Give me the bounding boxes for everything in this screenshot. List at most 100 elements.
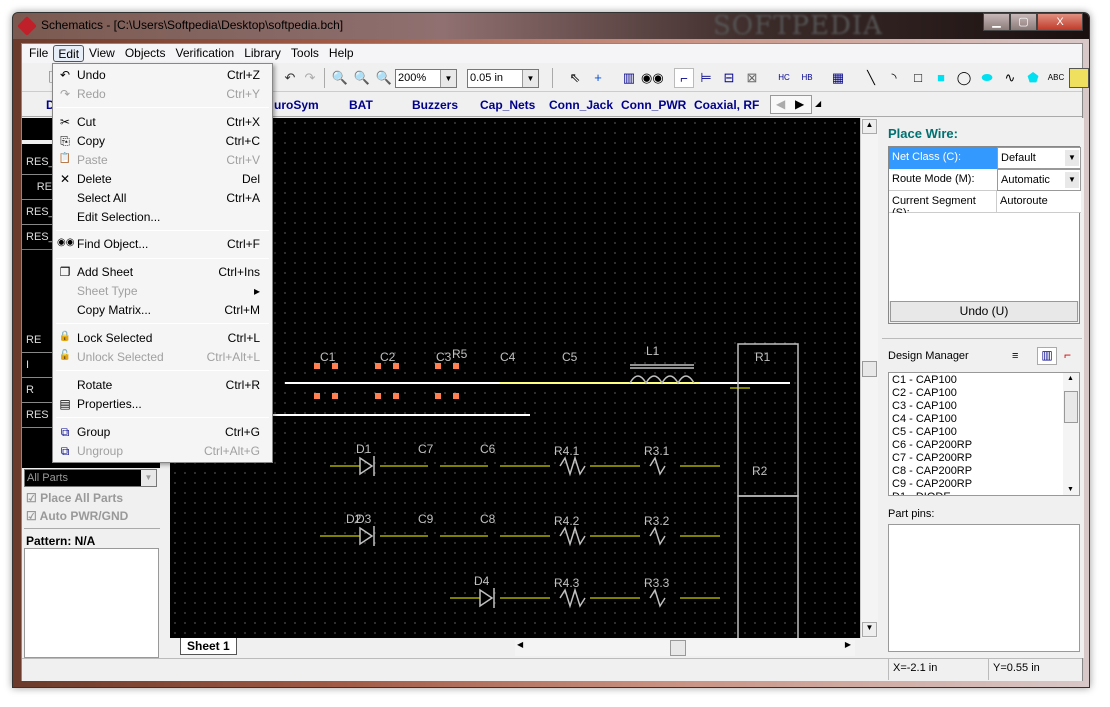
list-item[interactable]: C5 - CAP100 [892,426,1076,439]
list-item[interactable]: C8 - CAP200RP [892,465,1076,478]
canvas-vertical-scrollbar[interactable]: ▲ ▼ [860,118,878,638]
menu-item-find-object[interactable]: ◉◉ Find Object... Ctrl+F [53,235,272,254]
zoom-select[interactable]: 200% ▼ [395,69,457,88]
menu-library[interactable]: Library [239,44,286,63]
zoom-out-icon[interactable]: 🔍 [374,68,394,88]
menu-verification[interactable]: Verification [171,44,240,63]
undo-button[interactable]: Undo (U) [890,301,1078,322]
lib-tab[interactable]: Conn_Jack [549,98,613,112]
auto-pwr-gnd-checkbox[interactable]: ☑ Auto PWR/GND [26,509,128,523]
arc-icon[interactable]: ◝ [884,68,904,88]
chevron-right-icon[interactable]: ▶ [795,97,804,111]
image-icon[interactable] [1069,68,1089,88]
menu-view[interactable]: View [84,44,120,63]
menu-item-ungroup[interactable]: ⧉ Ungroup Ctrl+Alt+G [53,442,272,461]
parts-view-icon[interactable]: ▥ [1037,347,1057,365]
list-item[interactable]: C9 - CAP200RP [892,478,1076,491]
scroll-up-icon[interactable]: ▲ [1067,375,1074,382]
lib-menu-icon[interactable]: ◢ [815,99,821,108]
binoculars-icon[interactable]: ◉◉ [641,68,664,88]
list-item[interactable]: C1 - CAP100 [892,374,1076,387]
menu-edit[interactable]: Edit [53,45,85,62]
menu-objects[interactable]: Objects [120,44,171,63]
menu-item-undo[interactable]: ↶ Undo Ctrl+Z [53,66,272,85]
scroll-left-icon[interactable]: ◀ [517,640,523,649]
menu-file[interactable]: File [24,44,53,63]
menu-item-copy[interactable]: ⎘ Copy Ctrl+C [53,132,272,151]
bus-icon[interactable]: ⊨ [696,68,716,88]
menu-item-lock-selected[interactable]: 🔒 Lock Selected Ctrl+L [53,329,272,348]
scroll-thumb[interactable] [670,640,686,656]
scroll-thumb[interactable] [1064,391,1078,423]
menu-item-cut[interactable]: ✂ Cut Ctrl+X [53,113,272,132]
scroll-right-icon[interactable]: ▶ [845,640,851,649]
canvas-horizontal-scrollbar[interactable]: ◀ ▶ [515,640,855,656]
list-item[interactable]: C3 - CAP100 [892,400,1076,413]
rectangle-icon[interactable]: □ [908,68,928,88]
filled-ellipse-icon[interactable]: ⬬ [977,68,997,88]
hier-connector-icon[interactable]: HC [774,68,794,88]
lib-tab[interactable]: uroSym [274,98,319,112]
menu-item-group[interactable]: ⧉ Group Ctrl+G [53,423,272,442]
menu-help[interactable]: Help [324,44,359,63]
grid-select[interactable]: 0.05 in ▼ [467,69,539,88]
table-icon[interactable]: ▦ [828,68,848,88]
menu-item-sheet-type[interactable]: Sheet Type ▸ [53,282,272,301]
lib-tab[interactable]: BAT [349,98,373,112]
line-icon[interactable]: ╲ [861,68,881,88]
redo-icon[interactable]: ↷ [300,68,320,88]
minimize-button[interactable]: ▁ [983,13,1010,31]
zoom-in-icon[interactable]: 🔍 [352,68,372,88]
maximize-button[interactable]: ▢ [1010,13,1037,31]
menu-item-edit-selection[interactable]: Edit Selection... [53,208,272,227]
polygon-icon[interactable]: ⬟ [1023,68,1043,88]
chevron-left-icon[interactable]: ◀ [776,97,785,111]
menu-item-rotate[interactable]: Rotate Ctrl+R [53,376,272,395]
menu-tools[interactable]: Tools [286,44,324,63]
lib-tab[interactable]: Conn_PWR [621,98,686,112]
lib-tab[interactable]: Coaxial, RF [694,98,759,112]
menu-item-redo[interactable]: ↷ Redo Ctrl+Y [53,85,272,104]
parts-filter-select[interactable]: All Parts ▼ [24,469,157,487]
nets-view-icon[interactable]: ⌐ [1064,348,1071,362]
crosshair-icon[interactable]: + [588,68,608,88]
hier-block-icon[interactable]: HB [797,68,817,88]
list-item[interactable]: C6 - CAP200RP [892,439,1076,452]
lib-tab[interactable]: Cap_Nets [480,98,535,112]
list-item[interactable]: C4 - CAP100 [892,413,1076,426]
scroll-up-icon[interactable]: ▲ [862,119,877,134]
text-icon[interactable]: ABC [1046,68,1066,88]
filled-rectangle-icon[interactable]: ■ [931,68,951,88]
place-all-parts-checkbox[interactable]: ☑ Place All Parts [26,491,123,505]
undo-icon[interactable]: ↶ [280,68,300,88]
part-icon[interactable]: ▥ [619,68,639,88]
schematic-canvas[interactable]: C1 C2 C3 R5 C4 C5 L1 R1 D1 C7 C6 R4.1 R3… [170,118,860,638]
net-class-select[interactable]: Default ▼ [997,147,1081,169]
list-scrollbar[interactable]: ▲ ▼ [1063,373,1079,495]
menu-item-unlock-selected[interactable]: 🔓 Unlock Selected Ctrl+Alt+L [53,348,272,367]
zoom-window-icon[interactable]: 🔍 [330,68,350,88]
menu-item-select-all[interactable]: Select All Ctrl+A [53,189,272,208]
route-mode-select[interactable]: Automatic ▼ [997,169,1081,191]
polyline-icon[interactable]: ∿ [1000,68,1020,88]
lib-tab[interactable]: Buzzers [412,98,458,112]
sort-list-icon[interactable]: ≡ [1012,350,1018,362]
scroll-thumb[interactable] [862,361,877,377]
menu-item-properties[interactable]: ▤ Properties... [53,395,272,414]
list-item[interactable]: C7 - CAP200RP [892,452,1076,465]
ellipse-icon[interactable]: ◯ [954,68,974,88]
menu-item-paste[interactable]: 📋 Paste Ctrl+V [53,151,272,170]
list-item[interactable]: D1 - DIODE [892,491,1076,495]
list-item[interactable]: C2 - CAP100 [892,387,1076,400]
close-button[interactable]: X [1037,13,1083,31]
menu-item-delete[interactable]: ✕ Delete Del [53,170,272,189]
scroll-down-icon[interactable]: ▼ [1067,486,1074,493]
scroll-down-icon[interactable]: ▼ [862,622,877,637]
pointer-icon[interactable]: ⇖ [565,68,585,88]
net-label-icon[interactable]: ⊠ [742,68,762,88]
wire-icon[interactable]: ⌐ [674,68,694,88]
menu-item-add-sheet[interactable]: ❐ Add Sheet Ctrl+Ins [53,263,272,282]
menu-item-copy-matrix[interactable]: Copy Matrix... Ctrl+M [53,301,272,320]
sheet-tab[interactable]: Sheet 1 [180,638,237,655]
current-segment-value[interactable]: Autoroute [997,191,1081,213]
